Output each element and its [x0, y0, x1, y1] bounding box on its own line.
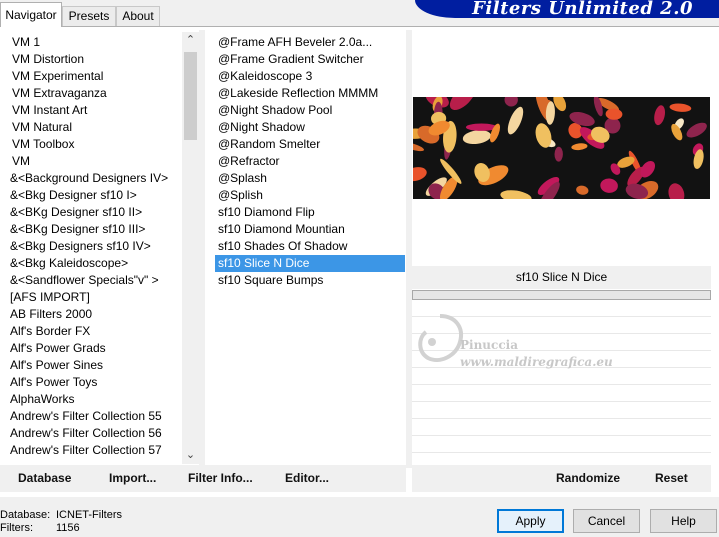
watermark: Pinuccia www.maldiregrafica.eu [410, 310, 640, 380]
filter-list-item[interactable]: sf10 Shades Of Shadow [215, 238, 405, 255]
filter-list-item[interactable]: @Night Shadow [215, 119, 405, 136]
category-list-item[interactable]: VM Distortion [7, 51, 182, 68]
category-list-item[interactable]: VM Instant Art [7, 102, 182, 119]
watermark-url: www.maldiregrafica.eu [460, 355, 613, 369]
panel-divider [199, 30, 205, 468]
filter-list[interactable]: @Frame AFH Beveler 2.0a... @Frame Gradien… [215, 34, 405, 294]
category-list-item[interactable]: Alf's Border FX [7, 323, 182, 340]
filter-list-item[interactable]: @Splish [215, 187, 405, 204]
filter-list-item[interactable]: sf10 Diamond Mountian [215, 221, 405, 238]
parameter-slider[interactable] [412, 290, 711, 300]
parameter-row [412, 436, 711, 453]
filter-list-item[interactable]: @Lakeside Reflection MMMM [215, 85, 405, 102]
filter-list-item[interactable]: @Random Smelter [215, 136, 405, 153]
parameter-row [412, 402, 711, 419]
category-list-item[interactable]: &<Sandflower Specials"v" > [7, 272, 182, 289]
list-action-bar: Database Import... Filter Info... Editor… [0, 465, 406, 492]
database-value: ICNET-Filters [56, 509, 122, 521]
import-button[interactable]: Import... [109, 465, 156, 492]
scroll-up-icon[interactable]: ⌃ [182, 32, 199, 49]
filter-preview-image [413, 97, 710, 199]
filter-list-item[interactable]: @Frame AFH Beveler 2.0a... [215, 34, 405, 51]
category-list-item[interactable]: &<Bkg Designers sf10 IV> [7, 238, 182, 255]
filter-list-item[interactable]: @Kaleidoscope 3 [215, 68, 405, 85]
filter-list-item[interactable]: @Splash [215, 170, 405, 187]
filter-list-item[interactable]: @Frame Gradient Switcher [215, 51, 405, 68]
parameter-action-bar: Randomize Reset [412, 465, 711, 492]
category-list-item[interactable]: &<Bkg Designer sf10 I> [7, 187, 182, 204]
category-list-item[interactable]: AB Filters 2000 [7, 306, 182, 323]
floral-preview-graphic [413, 97, 710, 199]
category-scrollbar[interactable]: ⌃ ⌄ [182, 32, 199, 464]
randomize-button[interactable]: Randomize [556, 465, 620, 492]
help-button[interactable]: Help [650, 509, 717, 533]
category-list-item[interactable]: [AFS IMPORT] [7, 289, 182, 306]
parameter-row [412, 385, 711, 402]
category-list[interactable]: VM 1 VM Distortion VM Experimental VM Extra… [7, 34, 182, 464]
category-list-item[interactable]: &<Background Designers IV> [7, 170, 182, 187]
title-banner: Filters Unlimited 2.0 [415, 0, 719, 18]
filter-list-item[interactable]: sf10 Square Bumps [215, 272, 405, 289]
reset-button[interactable]: Reset [655, 465, 688, 492]
app-title: Filters Unlimited 2.0 [472, 0, 693, 18]
apply-button[interactable]: Apply [497, 509, 564, 533]
category-list-item[interactable]: &<Bkg Kaleidoscope> [7, 255, 182, 272]
tab-navigator[interactable]: Navigator [0, 2, 62, 27]
tab-strip: Navigator Presets About [0, 0, 170, 27]
parameter-row [412, 419, 711, 436]
filters-count-label: Filters: [0, 522, 33, 534]
category-list-item[interactable]: Andrew's Filter Collection 55 [7, 408, 182, 425]
filter-list-item[interactable]: @Refractor [215, 153, 405, 170]
category-list-item[interactable]: VM Natural [7, 119, 182, 136]
category-list-item[interactable]: Andrew's Filter Collection 56 [7, 425, 182, 442]
category-list-item[interactable]: VM Toolbox [7, 136, 182, 153]
cancel-button[interactable]: Cancel [573, 509, 640, 533]
category-list-item[interactable]: Alf's Power Sines [7, 357, 182, 374]
category-list-item[interactable]: VM Experimental [7, 68, 182, 85]
filter-list-item[interactable]: @Night Shadow Pool [215, 102, 405, 119]
scroll-down-icon[interactable]: ⌄ [182, 447, 199, 464]
category-list-item[interactable]: VM 1 [7, 34, 182, 51]
tab-about[interactable]: About [116, 6, 160, 26]
filter-info-button[interactable]: Filter Info... [188, 465, 253, 492]
tab-presets[interactable]: Presets [62, 6, 116, 26]
category-list-item[interactable]: &<BKg Designer sf10 II> [7, 204, 182, 221]
editor-button[interactable]: Editor... [285, 465, 329, 492]
category-list-item[interactable]: Andrew's Filter Collection 57 [7, 442, 182, 459]
watermark-name: Pinuccia [460, 338, 518, 352]
category-list-item[interactable]: Alf's Power Toys [7, 374, 182, 391]
category-list-item[interactable]: Alf's Power Grads [7, 340, 182, 357]
filters-count-value: 1156 [56, 522, 80, 534]
category-list-item[interactable]: VM Extravaganza [7, 85, 182, 102]
category-list-item[interactable]: AlphaWorks [7, 391, 182, 408]
category-list-item[interactable]: &<BKg Designer sf10 III> [7, 221, 182, 238]
scroll-thumb[interactable] [184, 52, 197, 140]
filter-list-item-selected[interactable]: sf10 Slice N Dice [215, 255, 405, 272]
database-label: Database: [0, 509, 51, 521]
filter-list-item[interactable]: sf10 Diamond Flip [215, 204, 405, 221]
database-button[interactable]: Database [18, 465, 71, 492]
category-list-item[interactable]: VM [7, 153, 182, 170]
selected-filter-title: sf10 Slice N Dice [412, 266, 711, 289]
